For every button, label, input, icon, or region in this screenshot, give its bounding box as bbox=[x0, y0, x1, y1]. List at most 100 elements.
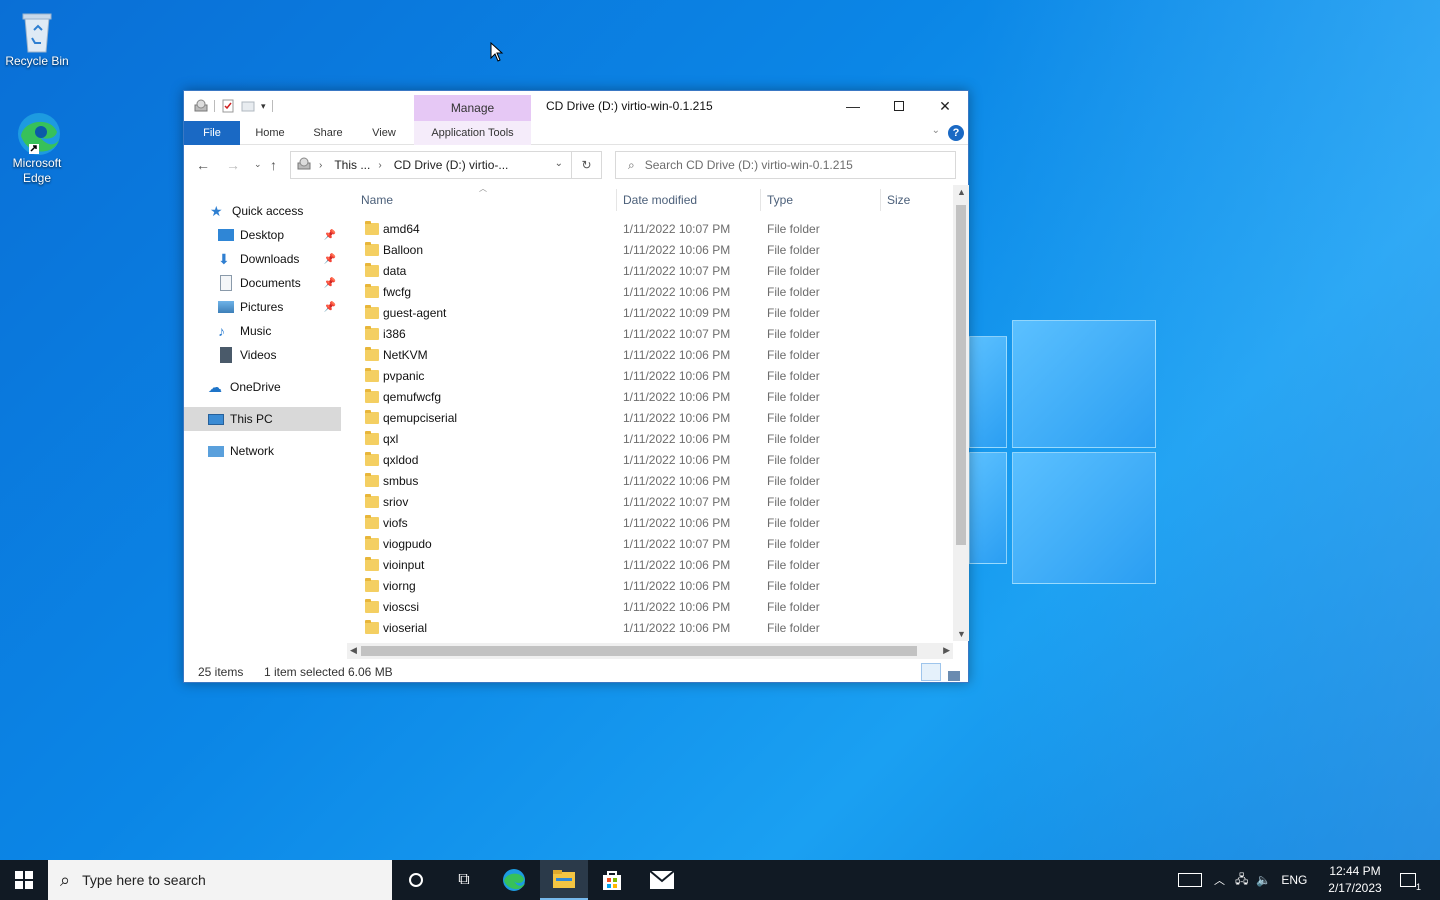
file-row[interactable]: smbus 1/11/2022 10:06 PM File folder bbox=[349, 471, 953, 492]
network-status-icon[interactable]: 🖧 bbox=[1235, 870, 1248, 891]
file-row[interactable]: qemupciserial 1/11/2022 10:06 PM File fold… bbox=[349, 408, 953, 429]
file-row[interactable]: NetKVM 1/11/2022 10:06 PM File folder bbox=[349, 345, 953, 366]
file-type: File folder bbox=[767, 621, 820, 635]
clock[interactable]: 12:44 PM 2/17/2023 bbox=[1322, 863, 1388, 897]
maximize-button[interactable] bbox=[876, 91, 922, 121]
nav-pictures[interactable]: Pictures 📌 bbox=[218, 295, 340, 319]
taskbar-edge-button[interactable] bbox=[490, 860, 538, 900]
taskbar-mail-button[interactable] bbox=[638, 860, 686, 900]
nav-this-pc[interactable]: This PC bbox=[184, 407, 341, 431]
manage-contextual-tab[interactable]: Manage bbox=[414, 95, 531, 121]
breadcrumb-cd-drive[interactable]: CD Drive (D:) virtio-... bbox=[394, 158, 509, 172]
edge-desktop-icon[interactable]: Microsoft Edge bbox=[0, 110, 74, 186]
cortana-button[interactable] bbox=[392, 860, 440, 900]
file-row[interactable]: i386 1/11/2022 10:07 PM File folder bbox=[349, 324, 953, 345]
file-row[interactable]: fwcfg 1/11/2022 10:06 PM File folder bbox=[349, 282, 953, 303]
nav-downloads[interactable]: ⬇ Downloads 📌 bbox=[218, 247, 340, 271]
file-row[interactable]: data 1/11/2022 10:07 PM File folder bbox=[349, 261, 953, 282]
folder-icon bbox=[365, 263, 379, 277]
scroll-up-icon[interactable]: ▲ bbox=[957, 187, 966, 197]
scroll-left-icon[interactable]: ◀ bbox=[350, 645, 357, 656]
minimize-button[interactable]: — bbox=[830, 91, 876, 121]
customize-qat-icon[interactable]: ▾ bbox=[261, 101, 266, 112]
tab-file[interactable]: File bbox=[184, 121, 240, 145]
vertical-scroll-thumb[interactable] bbox=[956, 205, 966, 545]
search-box[interactable]: ⌕ Search CD Drive (D:) virtio-win-0.1.21… bbox=[615, 151, 956, 179]
file-row[interactable]: Balloon 1/11/2022 10:06 PM File folder bbox=[349, 240, 953, 261]
forward-arrow-icon[interactable]: → bbox=[226, 157, 240, 173]
tab-home[interactable]: Home bbox=[246, 121, 294, 145]
recent-locations-icon[interactable]: ⌄ bbox=[254, 159, 262, 170]
file-type: File folder bbox=[767, 327, 820, 341]
properties-icon[interactable] bbox=[221, 99, 235, 113]
file-explorer-window[interactable]: ▾ Manage CD Drive (D:) virtio-win-0.1.21… bbox=[183, 90, 969, 683]
folder-icon bbox=[365, 389, 379, 403]
close-button[interactable]: ✕ bbox=[922, 91, 968, 121]
language-indicator[interactable]: ENG bbox=[1281, 873, 1307, 887]
up-arrow-icon[interactable]: ↑ bbox=[270, 157, 277, 173]
task-view-button[interactable]: ⧉ bbox=[440, 860, 488, 900]
column-type[interactable]: Type bbox=[761, 185, 879, 215]
large-icons-view-button[interactable] bbox=[944, 663, 964, 681]
keyboard-icon[interactable] bbox=[1178, 873, 1202, 887]
horizontal-scroll-thumb[interactable] bbox=[361, 646, 917, 656]
column-size[interactable]: Size bbox=[881, 185, 951, 215]
file-row[interactable]: guest-agent 1/11/2022 10:09 PM File folder bbox=[349, 303, 953, 324]
help-icon[interactable]: ? bbox=[948, 125, 964, 141]
file-name: qxldod bbox=[383, 453, 419, 467]
recycle-bin-desktop-icon[interactable]: Recycle Bin bbox=[0, 8, 74, 69]
nav-music[interactable]: ♪ Music bbox=[218, 319, 340, 343]
file-name: viofs bbox=[383, 516, 408, 530]
file-row[interactable]: qxldod 1/11/2022 10:06 PM File folder bbox=[349, 450, 953, 471]
file-row[interactable]: vioserial 1/11/2022 10:06 PM File folder bbox=[349, 618, 953, 639]
folder-icon bbox=[365, 620, 379, 634]
vertical-scrollbar[interactable]: ▲ ▼ bbox=[953, 185, 969, 641]
tab-view[interactable]: View bbox=[360, 121, 408, 145]
nav-documents[interactable]: Documents 📌 bbox=[218, 271, 340, 295]
tab-application-tools[interactable]: Application Tools bbox=[414, 121, 531, 145]
back-arrow-icon[interactable]: ← bbox=[196, 157, 210, 173]
tab-share[interactable]: Share bbox=[304, 121, 352, 145]
nav-quick-access[interactable]: ★ Quick access bbox=[210, 199, 366, 223]
chevron-up-icon[interactable]: ︿ bbox=[1214, 872, 1225, 888]
file-row[interactable]: qemufwcfg 1/11/2022 10:06 PM File folder bbox=[349, 387, 953, 408]
file-type: File folder bbox=[767, 495, 820, 509]
nav-onedrive[interactable]: ☁ OneDrive bbox=[208, 375, 340, 399]
refresh-icon[interactable]: ↻ bbox=[571, 152, 601, 178]
maximize-icon bbox=[894, 101, 904, 111]
scroll-right-icon[interactable]: ▶ bbox=[943, 645, 950, 656]
file-row[interactable]: qxl 1/11/2022 10:06 PM File folder bbox=[349, 429, 953, 450]
edge-icon bbox=[15, 110, 60, 155]
nav-videos[interactable]: Videos bbox=[218, 343, 340, 367]
volume-muted-icon[interactable]: 🔈 bbox=[1256, 873, 1271, 887]
title-bar[interactable]: ▾ Manage CD Drive (D:) virtio-win-0.1.21… bbox=[184, 91, 968, 121]
scroll-down-icon[interactable]: ▼ bbox=[957, 629, 966, 639]
breadcrumb-this-pc[interactable]: This ... bbox=[334, 158, 370, 172]
file-row[interactable]: amd64 1/11/2022 10:07 PM File folder bbox=[349, 219, 953, 240]
nav-network[interactable]: Network bbox=[208, 439, 340, 463]
file-row[interactable]: vioscsi 1/11/2022 10:06 PM File folder bbox=[349, 597, 953, 618]
expand-ribbon-icon[interactable]: ⌄ bbox=[932, 125, 940, 136]
file-row[interactable]: pvpanic 1/11/2022 10:06 PM File folder bbox=[349, 366, 953, 387]
horizontal-scrollbar[interactable]: ◀ ▶ bbox=[347, 643, 953, 659]
file-row[interactable]: viogpudo 1/11/2022 10:07 PM File folder bbox=[349, 534, 953, 555]
details-view-button[interactable] bbox=[921, 663, 941, 681]
column-date-modified[interactable]: Date modified bbox=[617, 185, 759, 215]
file-row[interactable]: viorng 1/11/2022 10:06 PM File folder bbox=[349, 576, 953, 597]
ribbon-tabs: File Home Share View Application Tools ⌄… bbox=[184, 121, 968, 145]
desktop-folder-icon bbox=[218, 229, 234, 241]
action-center-button[interactable]: 1 bbox=[1386, 860, 1430, 900]
taskbar-search-box[interactable]: ⌕ Type here to search bbox=[48, 860, 392, 900]
nav-desktop[interactable]: Desktop 📌 bbox=[218, 223, 340, 247]
music-note-icon: ♪ bbox=[218, 323, 225, 339]
file-row[interactable]: sriov 1/11/2022 10:07 PM File folder bbox=[349, 492, 953, 513]
new-folder-icon[interactable] bbox=[241, 99, 255, 113]
address-dropdown-icon[interactable]: ⌄ bbox=[555, 158, 563, 169]
status-bar: 25 items 1 item selected 6.06 MB bbox=[184, 661, 968, 683]
file-row[interactable]: vioinput 1/11/2022 10:06 PM File folder bbox=[349, 555, 953, 576]
file-row[interactable]: viofs 1/11/2022 10:06 PM File folder bbox=[349, 513, 953, 534]
address-bar[interactable]: › This ... › CD Drive (D:) virtio-... ⌄ … bbox=[290, 151, 602, 179]
start-button[interactable] bbox=[0, 860, 48, 900]
taskbar-file-explorer-button[interactable] bbox=[540, 860, 588, 900]
taskbar-store-button[interactable] bbox=[588, 860, 636, 900]
